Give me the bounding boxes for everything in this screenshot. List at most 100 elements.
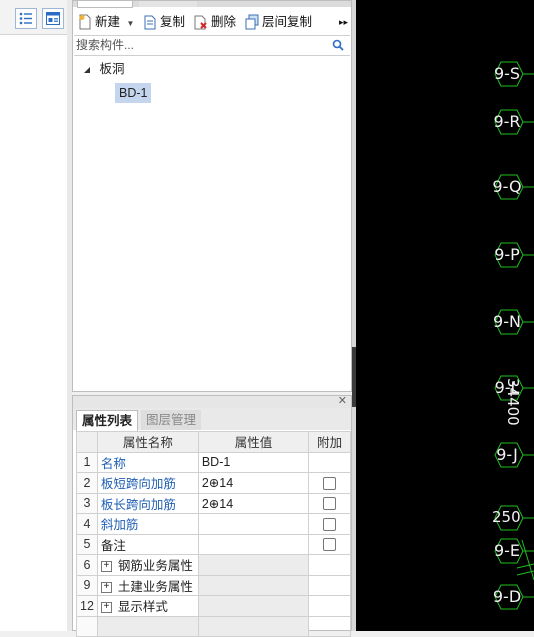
tab-layer[interactable] xyxy=(139,1,197,7)
axis-label: 9-D xyxy=(492,587,522,606)
property-name[interactable]: 板长跨向加筋 xyxy=(96,492,199,514)
table-row[interactable]: 3 板长跨向加筋 2⊕14 xyxy=(76,492,351,514)
column-header-name: 属性名称 xyxy=(96,431,199,453)
property-name[interactable]: 板短跨向加筋 xyxy=(96,472,199,494)
extra-cell xyxy=(308,574,351,596)
dropdown-arrow-icon[interactable]: ▼ xyxy=(127,19,135,28)
search-input[interactable] xyxy=(76,37,326,53)
card-view-button[interactable] xyxy=(42,8,64,29)
column-header-index xyxy=(76,431,98,453)
table-row-group[interactable]: 9 + 土建业务属性 xyxy=(76,574,351,596)
axis-label: 9-S xyxy=(493,64,521,83)
tree-node-child-selected[interactable]: BD-1 xyxy=(115,83,152,103)
extra-cell xyxy=(308,492,351,514)
row-number: 6 xyxy=(76,554,98,576)
new-button[interactable]: 新建 ▼ xyxy=(78,13,134,31)
cad-canvas[interactable]: 9-S 9-R 9-Q 9-P 9-N 9-L 9-J 9-E 9-D 3440… xyxy=(356,0,534,631)
table-row[interactable]: 2 板短跨向加筋 2⊕14 xyxy=(76,472,351,494)
tab-property-list[interactable]: 属性列表 xyxy=(76,410,139,431)
table-row[interactable]: 1 名称 BD-1 xyxy=(76,451,351,473)
more-button[interactable]: ▸▸ xyxy=(339,13,348,31)
list-icon xyxy=(19,12,32,25)
empty-cell xyxy=(197,615,310,637)
property-value[interactable] xyxy=(197,513,310,535)
tab-component-list[interactable] xyxy=(77,1,133,8)
left-view-strip xyxy=(0,0,68,631)
floor-copy-label: 层间复制 xyxy=(262,15,313,29)
group-label: 土建业务属性 xyxy=(117,579,193,594)
tree-node-root[interactable]: 板洞 xyxy=(83,61,125,77)
component-search xyxy=(74,35,350,56)
extra-checkbox[interactable] xyxy=(323,476,337,490)
view-toolbar xyxy=(0,0,67,35)
delete-icon xyxy=(194,14,208,30)
property-group-name[interactable]: + 钢筋业务属性 xyxy=(96,554,199,576)
group-label: 显示样式 xyxy=(117,600,168,615)
column-header-extra: 附加 xyxy=(308,431,351,453)
column-header-value: 属性值 xyxy=(197,431,310,453)
extra-checkbox[interactable] xyxy=(323,538,337,552)
axis-label: 9-J xyxy=(496,445,518,464)
extra-cell xyxy=(308,451,351,473)
dimension-label-vertical: 34400 xyxy=(504,378,522,426)
row-number: 3 xyxy=(76,492,98,514)
property-group-name[interactable]: + 显示样式 xyxy=(96,595,199,617)
properties-panel: ✕ 属性列表 图层管理 属性名称 属性值 附加 1 名称 BD-1 2 板短跨向… xyxy=(72,394,352,637)
floor-copy-button[interactable]: 层间复制 xyxy=(245,13,312,31)
empty-cell xyxy=(96,615,199,637)
card-icon xyxy=(46,12,60,25)
row-number: 12 xyxy=(76,595,98,617)
table-row[interactable]: 4 斜加筋 xyxy=(76,513,351,535)
property-value xyxy=(197,595,310,617)
row-number: 2 xyxy=(76,472,98,494)
component-list-panel: 新建 ▼ 复制 删除 层间复制 ▸▸ 板洞 BD-1 xyxy=(72,0,352,392)
empty-cell xyxy=(308,615,351,637)
delete-button[interactable]: 删除 xyxy=(194,13,236,31)
axis-label: 9-P xyxy=(494,245,520,264)
property-name[interactable]: 备注 xyxy=(96,533,199,555)
row-number: 9 xyxy=(76,574,98,596)
property-value[interactable]: 2⊕14 xyxy=(197,492,310,514)
property-name[interactable]: 斜加筋 xyxy=(96,513,199,535)
row-number: 5 xyxy=(76,533,98,555)
property-value[interactable]: 2⊕14 xyxy=(197,472,310,494)
properties-tabs: 属性列表 图层管理 xyxy=(73,408,351,431)
row-number xyxy=(76,615,98,637)
table-row-empty xyxy=(76,615,351,637)
table-row-group[interactable]: 6 + 钢筋业务属性 xyxy=(76,554,351,576)
copy-icon xyxy=(143,14,157,30)
extra-checkbox[interactable] xyxy=(323,497,337,511)
extra-cell xyxy=(308,554,351,576)
table-row-group[interactable]: 12 + 显示样式 xyxy=(76,595,351,617)
tab-layer-management[interactable]: 图层管理 xyxy=(141,410,202,430)
axis-label: 9-E xyxy=(493,541,521,560)
property-name[interactable]: 名称 xyxy=(96,451,199,473)
property-value xyxy=(197,554,310,576)
property-value[interactable]: BD-1 xyxy=(197,451,310,473)
axis-label: 9-R xyxy=(493,112,521,131)
copy-button[interactable]: 复制 xyxy=(143,13,185,31)
expand-plus-icon[interactable]: + xyxy=(100,581,112,593)
search-icon[interactable] xyxy=(332,39,344,51)
properties-table: 属性名称 属性值 附加 1 名称 BD-1 2 板短跨向加筋 2⊕14 3 板长… xyxy=(76,431,351,637)
close-icon[interactable]: ✕ xyxy=(338,394,347,407)
delete-label: 删除 xyxy=(211,15,237,29)
component-toolbar: 新建 ▼ 复制 删除 层间复制 ▸▸ xyxy=(73,9,351,35)
extra-cell xyxy=(308,472,351,494)
row-number: 1 xyxy=(76,451,98,473)
dimension-label-horizontal: 250 xyxy=(492,508,521,526)
expand-triangle-icon[interactable] xyxy=(83,66,91,74)
table-row[interactable]: 5 备注 xyxy=(76,533,351,555)
property-group-name[interactable]: + 土建业务属性 xyxy=(96,574,199,596)
extra-cell xyxy=(308,513,351,535)
extra-checkbox[interactable] xyxy=(323,517,337,531)
new-file-icon xyxy=(78,14,92,30)
expand-plus-icon[interactable]: + xyxy=(100,561,112,573)
list-view-button[interactable] xyxy=(15,8,37,29)
copy-label: 复制 xyxy=(160,15,186,29)
expand-plus-icon[interactable]: + xyxy=(100,602,112,614)
property-value[interactable] xyxy=(197,533,310,555)
table-header-row: 属性名称 属性值 附加 xyxy=(76,431,351,453)
panel-tab-strip xyxy=(73,1,351,8)
axis-label: 9-N xyxy=(493,312,521,331)
